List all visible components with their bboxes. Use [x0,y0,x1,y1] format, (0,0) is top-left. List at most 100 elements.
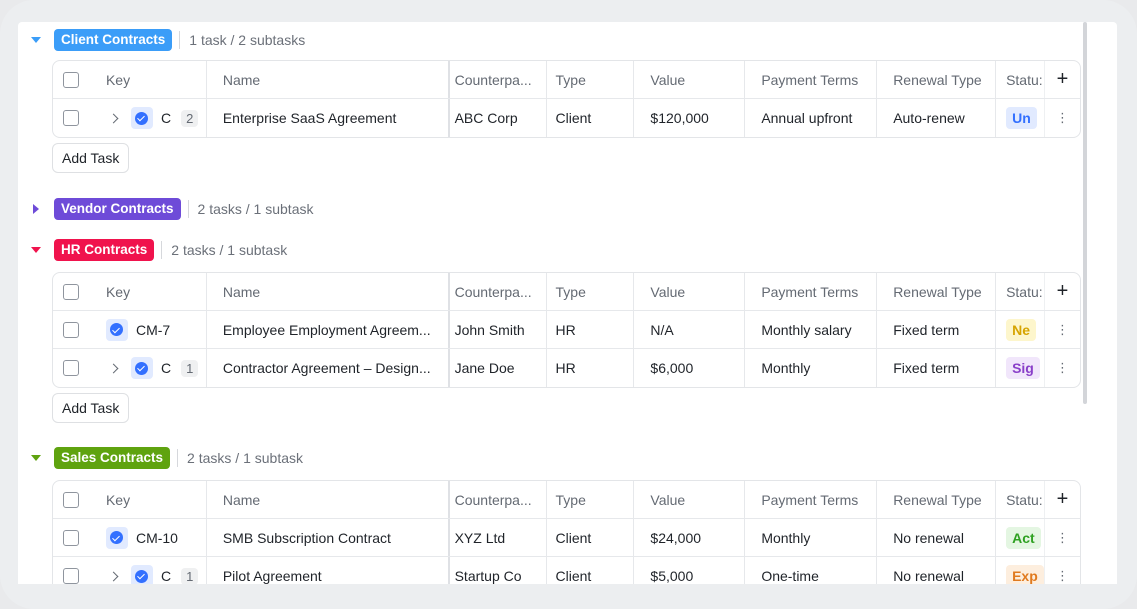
counterparty[interactable]: XYZ Ltd [450,519,547,556]
group-tag[interactable]: HR Contracts [54,239,155,261]
contract-type[interactable]: HR [547,349,635,387]
status-cell[interactable]: Un [996,99,1044,137]
renewal-type[interactable]: No renewal [877,557,997,584]
column-header-type[interactable]: Type [547,481,635,518]
payment-terms[interactable]: Monthly [745,519,878,556]
expand-chevron-icon[interactable] [108,363,119,373]
counterparty[interactable]: ABC Corp [450,99,547,137]
column-header-key[interactable]: Key [89,481,207,518]
column-header-key[interactable]: Key [89,273,207,310]
collapse-caret-icon[interactable] [18,455,54,461]
collapse-caret-icon[interactable] [18,247,54,253]
column-header-name[interactable]: Name [207,61,450,98]
status-cell[interactable]: Act [996,519,1044,556]
column-header-payment-terms[interactable]: Payment Terms [745,61,878,98]
task-key[interactable]: CM-7 [136,322,170,338]
vertical-scrollbar[interactable] [1083,22,1087,404]
renewal-type[interactable]: Fixed term [877,311,997,348]
row-select-cell[interactable] [53,311,89,348]
status-badge[interactable]: Act [1006,526,1041,549]
subtask-count-badge[interactable]: 1 [181,359,199,377]
counterparty[interactable]: Startup Co [450,557,547,584]
contract-value[interactable]: $120,000 [634,99,746,137]
row-actions-cell[interactable]: ⋮ [1044,99,1080,137]
task-name[interactable]: Contractor Agreement – Design... [207,349,450,387]
select-all-cell[interactable] [53,273,89,310]
column-header-value[interactable]: Value [634,273,746,310]
column-header-renewal-type[interactable]: Renewal Type [877,481,997,518]
column-header-key[interactable]: Key [89,61,207,98]
status-badge[interactable]: Exp [1006,565,1044,584]
contract-value[interactable]: $5,000 [634,557,746,584]
payment-terms[interactable]: One-time [745,557,878,584]
column-header-counterparty[interactable]: Counterpa... [450,61,547,98]
contract-value[interactable]: $24,000 [634,519,746,556]
column-header-renewal-type[interactable]: Renewal Type [877,273,997,310]
row-select-cell[interactable] [53,99,89,137]
row-actions-cell[interactable]: ⋮ [1044,311,1080,348]
table-row[interactable]: CM-10 SMB Subscription Contract XYZ Ltd Cli… [53,519,1080,557]
row-select-cell[interactable] [53,557,89,584]
subtask-count-badge[interactable]: 1 [181,567,199,584]
select-all-cell[interactable] [53,481,89,518]
group-tag[interactable]: Vendor Contracts [54,198,181,220]
counterparty[interactable]: John Smith [450,311,547,348]
column-header-type[interactable]: Type [547,273,635,310]
status-badge[interactable]: Sig [1006,357,1040,379]
column-header-status[interactable]: Statu: [996,481,1044,518]
row-actions-cell[interactable]: ⋮ [1044,557,1080,584]
contract-type[interactable]: Client [547,557,635,584]
status-cell[interactable]: Exp [996,557,1044,584]
add-column-icon[interactable]: + [1057,280,1069,303]
counterparty[interactable]: Jane Doe [450,349,547,387]
task-key[interactable]: C [161,110,171,126]
column-header-payment-terms[interactable]: Payment Terms [745,481,878,518]
row-checkbox[interactable] [62,321,79,338]
select-all-checkbox[interactable] [62,283,79,300]
row-actions-cell[interactable]: ⋮ [1044,349,1080,387]
subtask-count-badge[interactable]: 2 [181,109,199,127]
more-actions-icon[interactable]: ⋮ [1056,322,1069,338]
renewal-type[interactable]: No renewal [877,519,997,556]
key-cell[interactable]: CM-10 [89,519,207,556]
row-checkbox[interactable] [62,110,79,126]
task-name[interactable]: Enterprise SaaS Agreement [207,99,450,137]
add-column-cell[interactable]: + [1044,273,1080,310]
contract-type[interactable]: Client [547,519,635,556]
column-header-value[interactable]: Value [634,61,746,98]
column-header-value[interactable]: Value [634,481,746,518]
renewal-type[interactable]: Fixed term [877,349,997,387]
expand-caret-icon[interactable] [18,204,54,214]
collapse-caret-icon[interactable] [18,37,54,43]
select-all-checkbox[interactable] [62,491,79,508]
column-header-type[interactable]: Type [547,61,635,98]
column-header-status[interactable]: Statu: [996,273,1044,310]
column-header-payment-terms[interactable]: Payment Terms [745,273,878,310]
contract-value[interactable]: N/A [634,311,746,348]
key-cell[interactable]: C1 [89,557,207,584]
column-header-counterparty[interactable]: Counterpa... [450,273,547,310]
group-tag[interactable]: Client Contracts [54,29,173,51]
contract-type[interactable]: HR [547,311,635,348]
contract-type[interactable]: Client [547,99,635,137]
status-cell[interactable]: Ne [996,311,1044,348]
select-all-checkbox[interactable] [62,71,79,88]
column-header-name[interactable]: Name [207,273,450,310]
column-header-renewal-type[interactable]: Renewal Type [877,61,997,98]
task-key[interactable]: C [161,568,171,584]
contract-value[interactable]: $6,000 [634,349,746,387]
status-badge[interactable]: Un [1006,107,1037,129]
row-select-cell[interactable] [53,519,89,556]
renewal-type[interactable]: Auto-renew [877,99,997,137]
add-task-button[interactable]: Add Task [52,143,130,173]
key-cell[interactable]: C1 [89,349,207,387]
table-row[interactable]: C 2 Enterprise SaaS Agreement ABC Corp Clien… [53,99,1080,137]
column-header-name[interactable]: Name [207,481,450,518]
table-row[interactable]: C 1 Pilot Agreement Startup Co Client $5,000 O… [53,557,1080,584]
more-actions-icon[interactable]: ⋮ [1056,360,1069,376]
add-column-cell[interactable]: + [1044,481,1080,518]
column-header-status[interactable]: Statu: [996,61,1044,98]
task-key[interactable]: C [161,360,171,376]
add-column-icon[interactable]: + [1057,488,1069,511]
status-cell[interactable]: Sig [996,349,1044,387]
